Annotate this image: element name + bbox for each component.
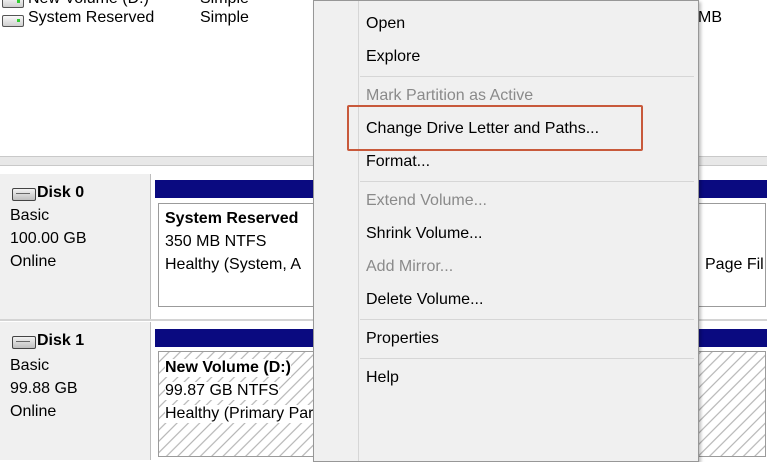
menu-item-add-mirror[interactable]: Add Mirror... bbox=[366, 253, 686, 281]
volume-layout: Simple bbox=[200, 9, 249, 26]
disk-icon bbox=[12, 188, 36, 201]
menu-item-open[interactable]: Open bbox=[366, 10, 686, 38]
volume-name: System Reserved bbox=[28, 9, 155, 26]
disk-type: Basic bbox=[10, 357, 50, 374]
menu-item-shrink-volume[interactable]: Shrink Volume... bbox=[366, 220, 686, 248]
partition-status-right: Page Fil bbox=[705, 256, 764, 273]
disk-size: 99.88 GB bbox=[10, 380, 78, 397]
volume-layout: Simple bbox=[200, 0, 249, 8]
volume-name: New Volume (D:) bbox=[28, 0, 149, 8]
disk-1-label[interactable]: Disk 1 Basic 99.88 GB Online bbox=[0, 322, 151, 460]
menu-separator bbox=[360, 181, 694, 182]
menu-item-extend-volume[interactable]: Extend Volume... bbox=[366, 187, 686, 215]
partition-detail: 99.87 GB NTFS bbox=[165, 382, 279, 400]
volume-icon bbox=[2, 0, 24, 8]
disk-size: 100.00 GB bbox=[10, 230, 87, 247]
partition-detail: 350 MB NTFS bbox=[165, 233, 267, 250]
menu-item-properties[interactable]: Properties bbox=[366, 325, 686, 353]
disk-icon bbox=[12, 336, 36, 349]
menu-item-delete-volume[interactable]: Delete Volume... bbox=[366, 286, 686, 314]
menu-item-format[interactable]: Format... bbox=[366, 148, 686, 176]
partition-name: New Volume (D:) bbox=[165, 359, 291, 377]
volume-icon bbox=[2, 15, 24, 27]
disk-name: Disk 1 bbox=[37, 332, 85, 349]
disk-type: Basic bbox=[10, 207, 50, 224]
menu-separator bbox=[360, 319, 694, 320]
menu-item-explore[interactable]: Explore bbox=[366, 43, 686, 71]
partition-name: System Reserved bbox=[165, 210, 299, 227]
menu-separator bbox=[360, 76, 694, 77]
highlight-annotation bbox=[347, 105, 643, 151]
partition-status: Healthy (System, A bbox=[165, 256, 302, 273]
menu-separator bbox=[360, 358, 694, 359]
volume-capacity: MB bbox=[698, 9, 722, 26]
context-menu: Open Explore Mark Partition as Active Ch… bbox=[313, 0, 699, 462]
disk-0-label[interactable]: Disk 0 Basic 100.00 GB Online bbox=[0, 174, 151, 319]
disk-state: Online bbox=[10, 403, 57, 420]
disk-name: Disk 0 bbox=[37, 184, 85, 201]
menu-item-help[interactable]: Help bbox=[366, 364, 686, 392]
menu-icon-gutter bbox=[358, 1, 359, 461]
disk-state: Online bbox=[10, 253, 57, 270]
